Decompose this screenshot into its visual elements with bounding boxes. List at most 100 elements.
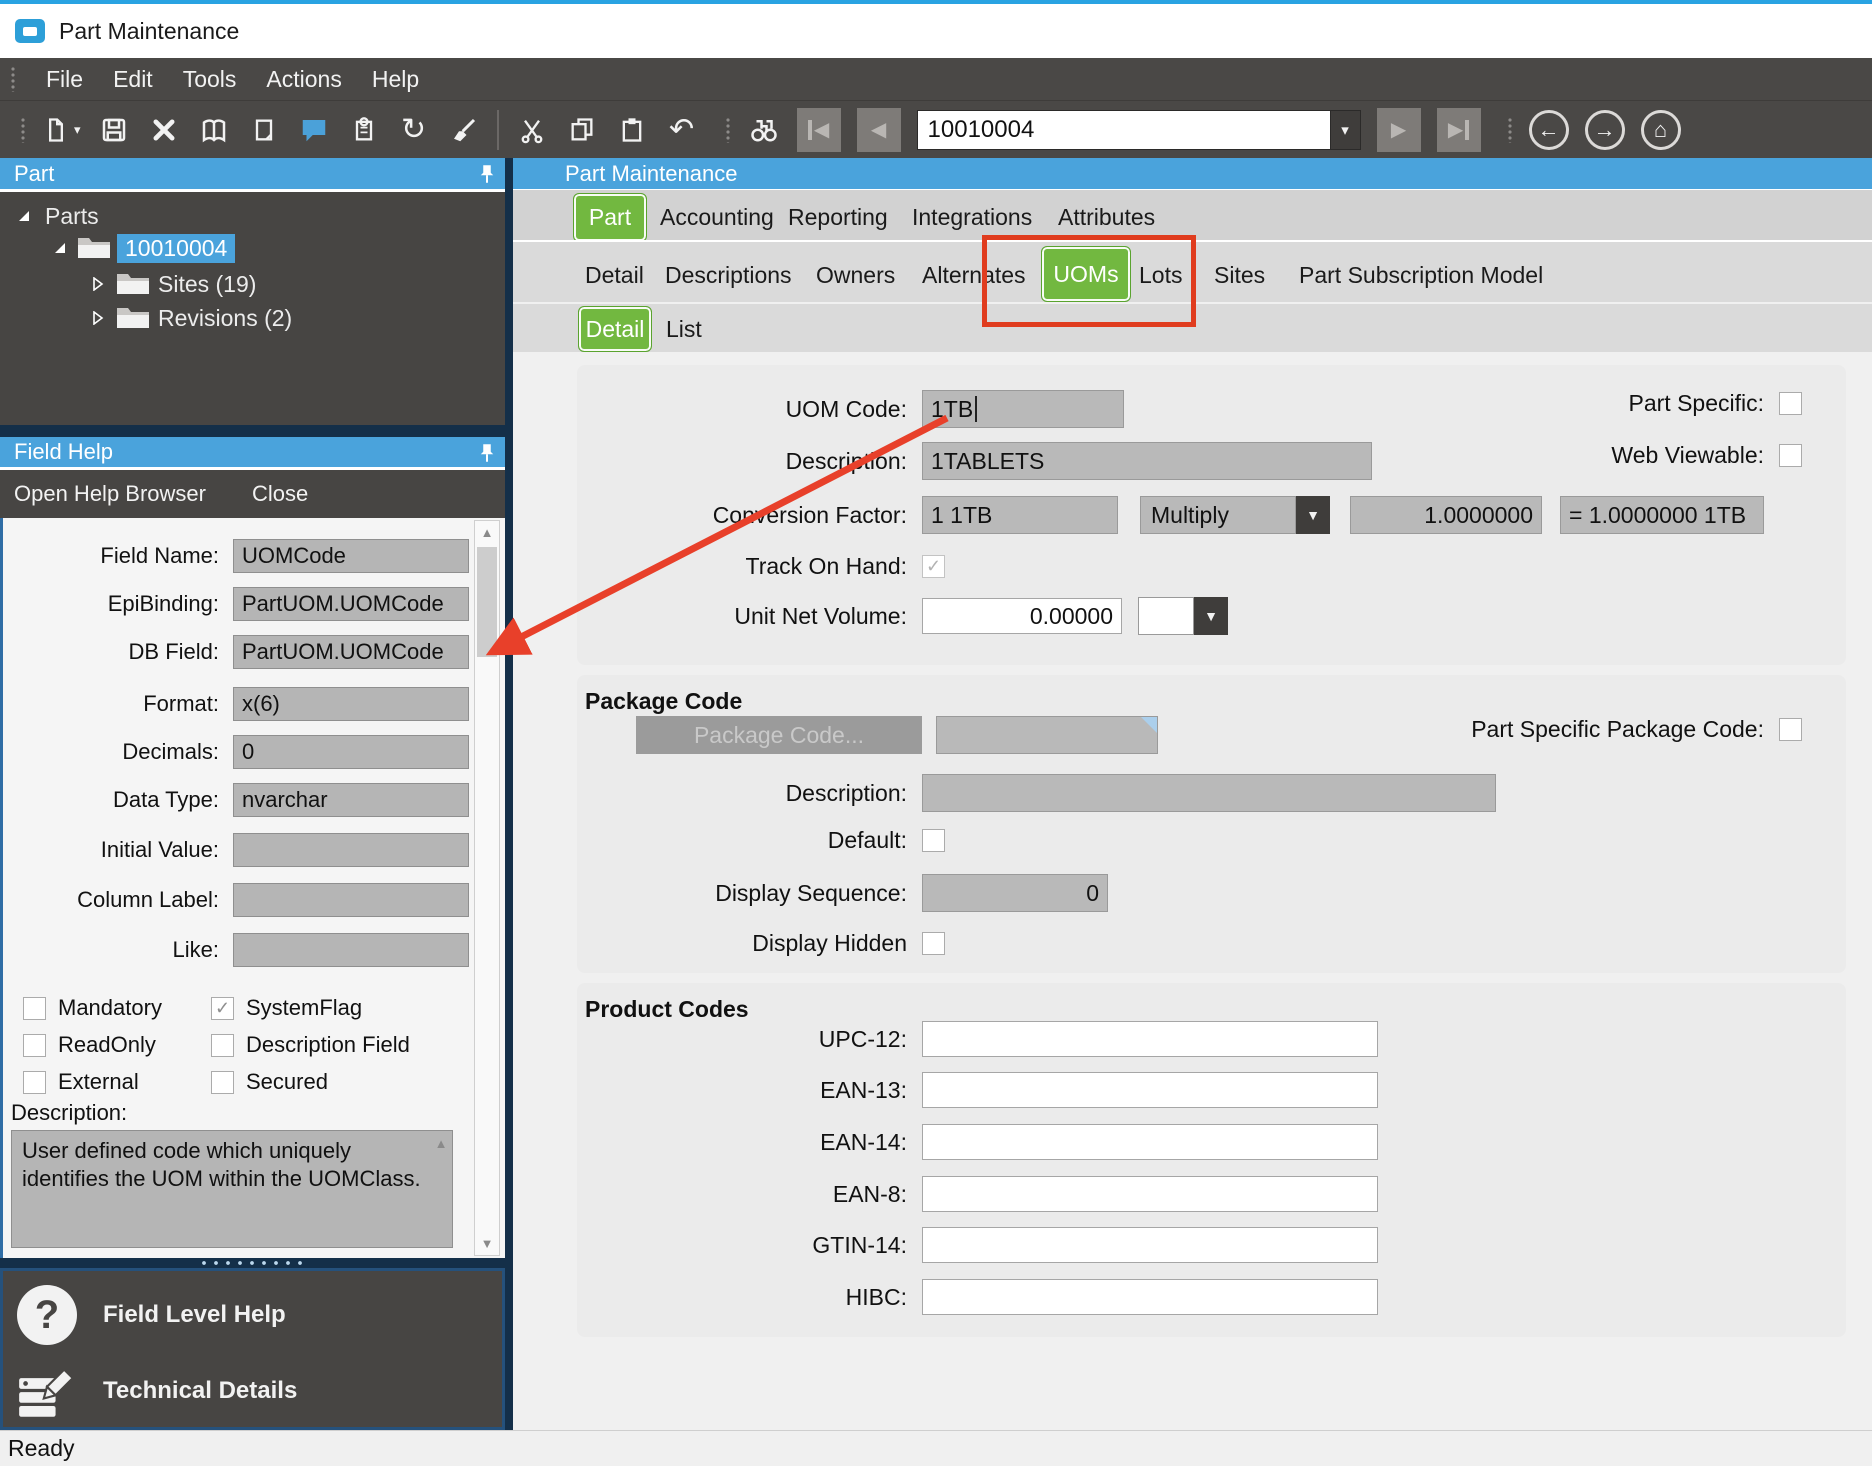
track-on-hand-checkbox[interactable]: [922, 555, 945, 578]
collapsed-arrow-icon[interactable]: [92, 311, 104, 325]
conversion-factor-input[interactable]: 1 1TB: [922, 496, 1118, 534]
tab-lots[interactable]: Lots: [1139, 262, 1182, 289]
refresh-icon[interactable]: ↻: [397, 110, 431, 150]
first-record-button[interactable]: ◀: [797, 108, 841, 152]
textarea-scroll-up-icon[interactable]: ▲: [429, 1136, 453, 1151]
clear-form-icon[interactable]: [247, 110, 281, 150]
tree-node-label[interactable]: Sites (19): [158, 271, 256, 298]
close-help-button[interactable]: Close: [252, 481, 308, 507]
save-icon[interactable]: [97, 110, 131, 150]
uom-description-input[interactable]: 1TABLETS: [922, 442, 1372, 480]
part-specific-checkbox[interactable]: [1779, 392, 1802, 415]
field-level-help-button[interactable]: ? Field Level Help: [17, 1285, 286, 1345]
readonly-checkbox[interactable]: [23, 1034, 46, 1057]
tree-node-revisions[interactable]: Revisions (2): [92, 302, 292, 334]
tree-node-sites[interactable]: Sites (19): [92, 268, 256, 300]
data-type-value[interactable]: nvarchar: [233, 783, 469, 817]
initial-value-value[interactable]: [233, 833, 469, 867]
scroll-down-icon[interactable]: ▼: [475, 1236, 499, 1251]
web-viewable-checkbox[interactable]: [1779, 444, 1802, 467]
copy-icon[interactable]: [565, 110, 599, 150]
package-code-button[interactable]: Package Code...: [636, 716, 922, 754]
menu-actions[interactable]: Actions: [266, 66, 341, 93]
tab-alternates[interactable]: Alternates: [922, 262, 1026, 289]
decimals-value[interactable]: 0: [233, 735, 469, 769]
expanded-arrow-icon[interactable]: [17, 209, 31, 223]
unit-net-volume-input[interactable]: 0.00000: [922, 598, 1122, 634]
description-field-checkbox[interactable]: [211, 1034, 234, 1057]
menu-help[interactable]: Help: [372, 66, 419, 93]
record-id-input[interactable]: 10010004: [917, 110, 1331, 150]
mandatory-checkbox[interactable]: [23, 997, 46, 1020]
help-description-text[interactable]: User defined code which uniquely identif…: [11, 1130, 453, 1248]
menu-file[interactable]: File: [46, 66, 83, 93]
display-sequence-input[interactable]: 0: [922, 874, 1108, 912]
tree-node-selected-part[interactable]: 10010004: [53, 232, 235, 264]
conversion-operator-value[interactable]: Multiply: [1140, 496, 1296, 534]
last-record-button[interactable]: ▶: [1437, 108, 1481, 152]
forward-button[interactable]: →: [1585, 110, 1625, 150]
tab-descriptions[interactable]: Descriptions: [665, 262, 792, 289]
ean8-input[interactable]: [922, 1176, 1378, 1212]
uom-code-input[interactable]: 1TB: [922, 390, 1124, 428]
tree-node-label[interactable]: Revisions (2): [158, 305, 292, 332]
new-icon[interactable]: ▾: [42, 110, 81, 150]
tree-node-label[interactable]: Parts: [45, 203, 99, 230]
tab-uoms[interactable]: UOMs: [1041, 246, 1131, 302]
dropdown-arrow-icon[interactable]: ▼: [1296, 496, 1330, 534]
cut-icon[interactable]: [515, 110, 549, 150]
tree-node-parts[interactable]: Parts: [17, 200, 99, 232]
tab-part[interactable]: Part: [573, 193, 647, 242]
new-dropdown-icon[interactable]: ▾: [74, 122, 81, 138]
ean13-input[interactable]: [922, 1072, 1378, 1108]
unit-net-volume-uom-value[interactable]: [1138, 597, 1194, 635]
package-description-input[interactable]: [922, 774, 1496, 812]
display-hidden-checkbox[interactable]: [922, 932, 945, 955]
hibc-input[interactable]: [922, 1279, 1378, 1315]
package-code-input[interactable]: [936, 716, 1158, 754]
tab-accounting[interactable]: Accounting: [660, 204, 774, 231]
part-specific-package-code-checkbox[interactable]: [1779, 718, 1802, 741]
tab-reporting[interactable]: Reporting: [788, 204, 888, 231]
toolbar-grip-2[interactable]: [725, 117, 731, 143]
home-button[interactable]: ⌂: [1641, 110, 1681, 150]
dropdown-arrow-icon[interactable]: ▼: [1194, 597, 1228, 635]
comment-icon[interactable]: [297, 110, 331, 150]
upc12-input[interactable]: [922, 1021, 1378, 1057]
menubar-grip[interactable]: [10, 66, 16, 92]
binoculars-search-icon[interactable]: [747, 110, 781, 150]
tab-part-subscription-model[interactable]: Part Subscription Model: [1299, 262, 1543, 289]
next-record-button[interactable]: ▶: [1377, 108, 1421, 152]
default-checkbox[interactable]: [922, 829, 945, 852]
expanded-arrow-icon[interactable]: [53, 241, 67, 255]
clean-broom-icon[interactable]: [447, 110, 481, 150]
panel-splitter[interactable]: [0, 1258, 505, 1268]
conversion-amount-input[interactable]: 1.0000000: [1350, 496, 1542, 534]
technical-details-button[interactable]: Technical Details: [17, 1363, 297, 1419]
external-checkbox[interactable]: [23, 1071, 46, 1094]
vertical-divider[interactable]: [505, 158, 513, 1430]
toolbar-grip[interactable]: [20, 117, 26, 143]
field-help-scrollbar[interactable]: ▲ ▼: [474, 520, 500, 1256]
db-field-value[interactable]: PartUOM.UOMCode: [233, 635, 469, 669]
pin-icon[interactable]: [479, 443, 495, 469]
delete-icon[interactable]: [147, 110, 181, 150]
menu-edit[interactable]: Edit: [113, 66, 153, 93]
open-help-browser-button[interactable]: Open Help Browser: [14, 481, 206, 507]
column-label-value[interactable]: [233, 883, 469, 917]
gtin14-input[interactable]: [922, 1227, 1378, 1263]
search-book-icon[interactable]: [197, 110, 231, 150]
tab-attributes[interactable]: Attributes: [1058, 204, 1155, 231]
paste-icon[interactable]: [615, 110, 649, 150]
scroll-thumb[interactable]: [477, 547, 497, 657]
secured-checkbox[interactable]: [211, 1071, 234, 1094]
tab-owners[interactable]: Owners: [816, 262, 895, 289]
tab-integrations[interactable]: Integrations: [912, 204, 1032, 231]
collapsed-arrow-icon[interactable]: [92, 277, 104, 291]
systemflag-checkbox[interactable]: [211, 997, 234, 1020]
field-name-value[interactable]: UOMCode: [233, 539, 469, 573]
epibinding-value[interactable]: PartUOM.UOMCode: [233, 587, 469, 621]
tab-detail-inner[interactable]: Detail: [578, 306, 652, 352]
pin-icon[interactable]: [479, 164, 495, 190]
record-dropdown-button[interactable]: ▾: [1331, 110, 1361, 150]
